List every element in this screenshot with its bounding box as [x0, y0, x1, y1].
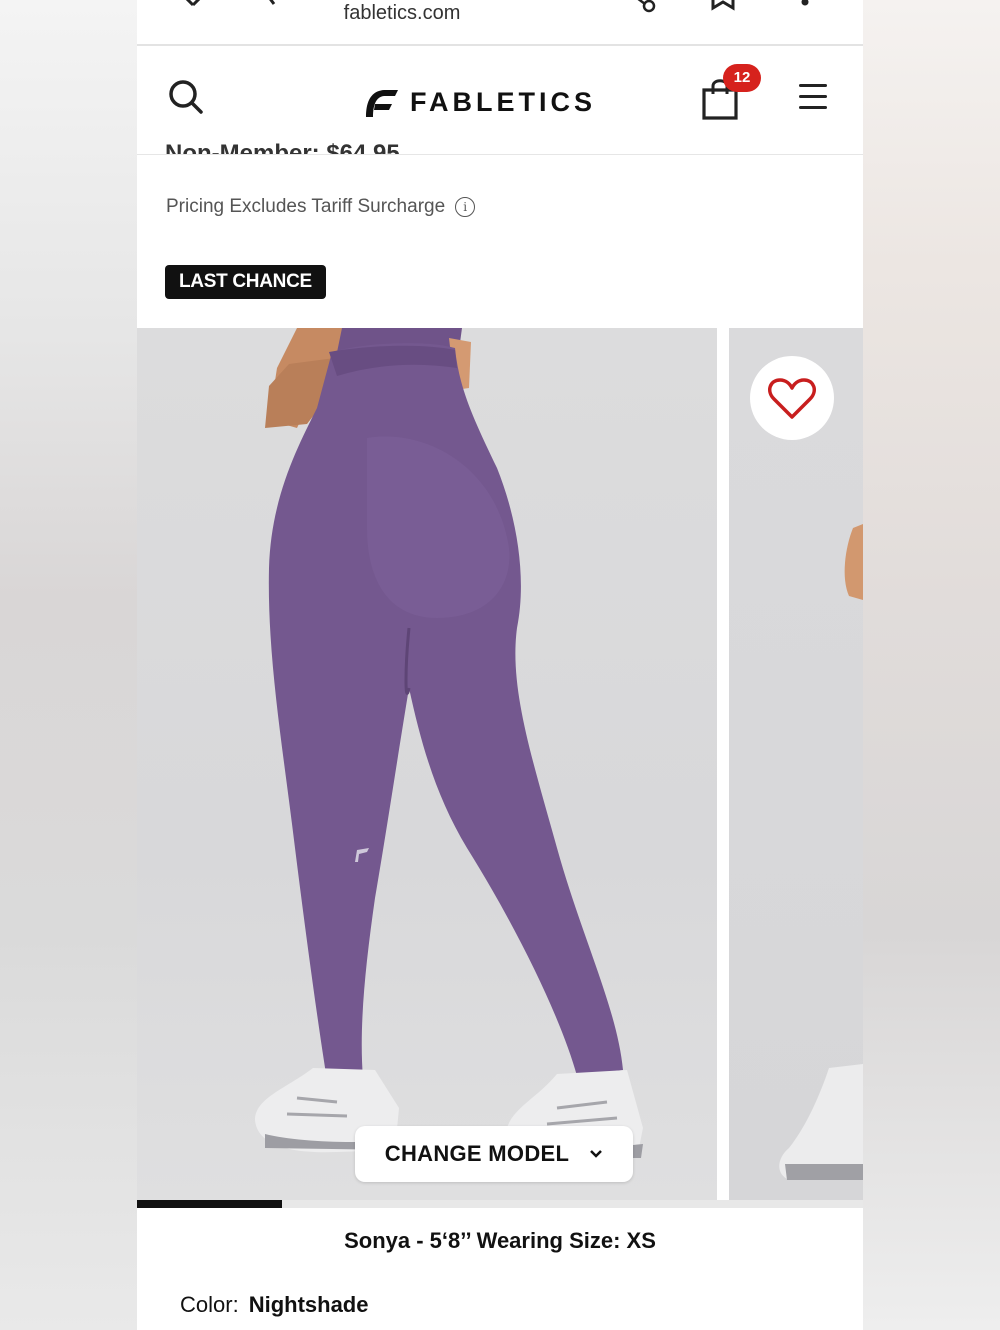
background-left — [0, 0, 137, 1330]
gallery-progress-fill — [137, 1200, 283, 1208]
brand-name: FABLETICS — [410, 86, 597, 117]
leggings-photo — [255, 328, 643, 1160]
more-options-icon[interactable] — [799, 0, 811, 8]
info-icon[interactable]: i — [455, 197, 476, 217]
chevron-down-icon — [590, 1150, 603, 1158]
product-image-main[interactable]: CHANGE MODEL — [137, 328, 717, 1200]
tariff-note: Pricing Excludes Tariff Surcharge i — [166, 196, 476, 218]
color-selection: Color: Nightshade — [180, 1292, 368, 1318]
cart-count-badge: 12 — [723, 64, 761, 92]
search-icon[interactable] — [167, 78, 207, 118]
tariff-note-text: Pricing Excludes Tariff Surcharge — [166, 196, 446, 217]
heart-icon — [768, 378, 816, 419]
change-model-button[interactable]: CHANGE MODEL — [355, 1126, 633, 1182]
site-header: FABLETICS 12 — [137, 46, 863, 155]
color-value: Nightshade — [248, 1292, 369, 1317]
change-model-label: CHANGE MODEL — [384, 1141, 570, 1166]
phone-screen: fabletics.com FABLETICS 12 Non-Member: $… — [137, 0, 863, 1330]
last-chance-badge: LAST CHANCE — [165, 265, 326, 299]
background-right — [863, 0, 1000, 1330]
url-text[interactable]: fabletics.com — [137, 2, 667, 25]
hamburger-menu-icon[interactable] — [799, 84, 827, 112]
share-icon[interactable] — [633, 0, 659, 14]
fabletics-logo-mark-icon — [366, 90, 398, 117]
browser-url-bar: fabletics.com — [137, 0, 863, 46]
brand-logo[interactable]: FABLETICS — [362, 82, 596, 122]
next-photo-peek — [779, 524, 863, 1180]
gallery-progress-bar — [137, 1200, 863, 1208]
product-image-gallery[interactable]: CHANGE MODEL — [137, 328, 863, 1200]
non-member-price: Non-Member: $64.95 — [165, 140, 400, 154]
favorite-button[interactable] — [750, 356, 834, 440]
model-size-info: Sonya - 5‘8’’ Wearing Size: XS — [344, 1228, 656, 1253]
product-image-next[interactable] — [729, 328, 863, 1200]
color-label: Color: — [180, 1292, 239, 1317]
bookmark-icon[interactable] — [709, 0, 737, 12]
